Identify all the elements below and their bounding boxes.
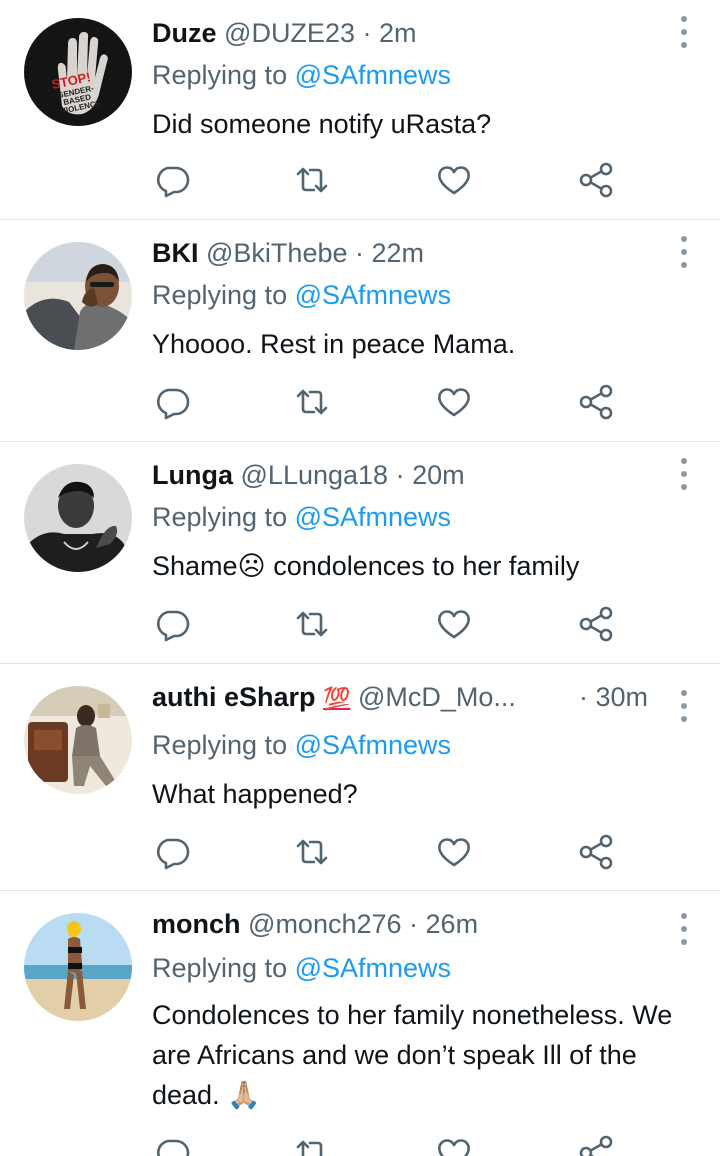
replying-to: Replying to @SAfmnews — [152, 280, 451, 311]
more-vertical-icon[interactable] — [678, 690, 690, 722]
replying-to: Replying to @SAfmnews — [152, 953, 451, 984]
tweet-header: Duze @DUZE23 · 2m — [152, 18, 692, 52]
tweet-actions — [152, 832, 632, 872]
share-icon[interactable] — [576, 1133, 616, 1156]
mention-link[interactable]: @SAfmnews — [295, 953, 451, 983]
more-vertical-icon[interactable] — [678, 236, 690, 268]
mention-link[interactable]: @SAfmnews — [295, 730, 451, 760]
retweet-icon[interactable] — [292, 604, 332, 644]
tweet-header: monch @monch276 · 26m — [152, 909, 692, 943]
retweet-icon[interactable] — [292, 1133, 332, 1156]
retweet-icon[interactable] — [292, 832, 332, 872]
tweet-text: Condolences to her family nonetheless. W… — [152, 1000, 673, 1110]
replying-to-label: Replying to — [152, 953, 295, 983]
more-vertical-icon[interactable] — [678, 913, 690, 945]
share-icon[interactable] — [576, 382, 616, 422]
tweet-header: authi eSharp 💯 @McD_Mo... · 30m — [152, 682, 692, 716]
tweet-header: BKI @BkiThebe · 22m — [152, 238, 692, 272]
avatar[interactable] — [24, 464, 132, 572]
display-name[interactable]: authi eSharp — [152, 682, 316, 712]
mention-link[interactable]: @SAfmnews — [295, 502, 451, 532]
tweet-text: Yhoooo. Rest in peace Mama. — [152, 329, 516, 359]
replying-to-label: Replying to — [152, 280, 295, 310]
display-name[interactable]: Lunga — [152, 460, 233, 490]
tweet[interactable]: authi eSharp 💯 @McD_Mo... · 30m Replying… — [0, 664, 720, 891]
timestamp[interactable]: · 2m — [363, 18, 417, 48]
heart-icon[interactable] — [434, 604, 474, 644]
display-name[interactable]: BKI — [152, 238, 199, 268]
tweet-actions — [152, 382, 632, 422]
reply-icon[interactable] — [152, 160, 192, 200]
heart-icon[interactable] — [434, 160, 474, 200]
tweet-text: What happened? — [152, 779, 358, 809]
avatar[interactable] — [24, 913, 132, 1021]
tweet-text: Did someone notify uRasta? — [152, 109, 492, 139]
retweet-icon[interactable] — [292, 382, 332, 422]
share-icon[interactable] — [576, 604, 616, 644]
tweet[interactable]: STOP! GENDER- BASED VIOLENCE Duze @DUZE2… — [0, 0, 720, 220]
handle[interactable]: @LLunga18 — [241, 460, 389, 490]
handle[interactable]: @monch276 — [248, 909, 402, 939]
handle[interactable]: @BkiThebe — [206, 238, 347, 268]
mention-link[interactable]: @SAfmnews — [295, 280, 451, 310]
mention-link[interactable]: @SAfmnews — [295, 60, 451, 90]
handle[interactable]: @McD_Mo... — [358, 682, 516, 712]
heart-icon[interactable] — [434, 1133, 474, 1156]
reply-icon[interactable] — [152, 1133, 192, 1156]
tweet[interactable]: BKI @BkiThebe · 22m Replying to @SAfmnew… — [0, 220, 720, 442]
tweet-actions — [152, 1133, 632, 1156]
replying-to-label: Replying to — [152, 502, 295, 532]
replying-to: Replying to @SAfmnews — [152, 730, 451, 761]
tweet[interactable]: Lunga @LLunga18 · 20m Replying to @SAfmn… — [0, 442, 720, 664]
tweet-actions — [152, 160, 632, 200]
hundred-points-icon: 💯 — [323, 686, 351, 711]
tweet-header: Lunga @LLunga18 · 20m — [152, 460, 692, 494]
tweet-actions — [152, 604, 632, 644]
display-name[interactable]: monch — [152, 909, 241, 939]
reply-icon[interactable] — [152, 604, 192, 644]
reply-icon[interactable] — [152, 832, 192, 872]
heart-icon[interactable] — [434, 382, 474, 422]
avatar[interactable] — [24, 242, 132, 350]
timestamp[interactable]: · 30m — [579, 682, 648, 713]
timestamp[interactable]: · 20m — [396, 460, 465, 490]
retweet-icon[interactable] — [292, 160, 332, 200]
share-icon[interactable] — [576, 832, 616, 872]
tweet[interactable]: monch @monch276 · 26m Replying to @SAfmn… — [0, 891, 720, 1156]
display-name[interactable]: Duze — [152, 18, 217, 48]
replying-to: Replying to @SAfmnews — [152, 502, 451, 533]
replying-to-label: Replying to — [152, 730, 295, 760]
timestamp[interactable]: · 22m — [355, 238, 424, 268]
heart-icon[interactable] — [434, 832, 474, 872]
handle[interactable]: @DUZE23 — [224, 18, 355, 48]
reply-icon[interactable] — [152, 382, 192, 422]
tweet-text: Shame☹ condolences to her family — [152, 551, 580, 581]
share-icon[interactable] — [576, 160, 616, 200]
more-vertical-icon[interactable] — [678, 458, 690, 490]
replying-to: Replying to @SAfmnews — [152, 60, 451, 91]
more-vertical-icon[interactable] — [678, 16, 690, 48]
replying-to-label: Replying to — [152, 60, 295, 90]
timestamp[interactable]: · 26m — [409, 909, 478, 939]
avatar[interactable]: STOP! GENDER- BASED VIOLENCE — [24, 18, 132, 126]
avatar[interactable] — [24, 686, 132, 794]
